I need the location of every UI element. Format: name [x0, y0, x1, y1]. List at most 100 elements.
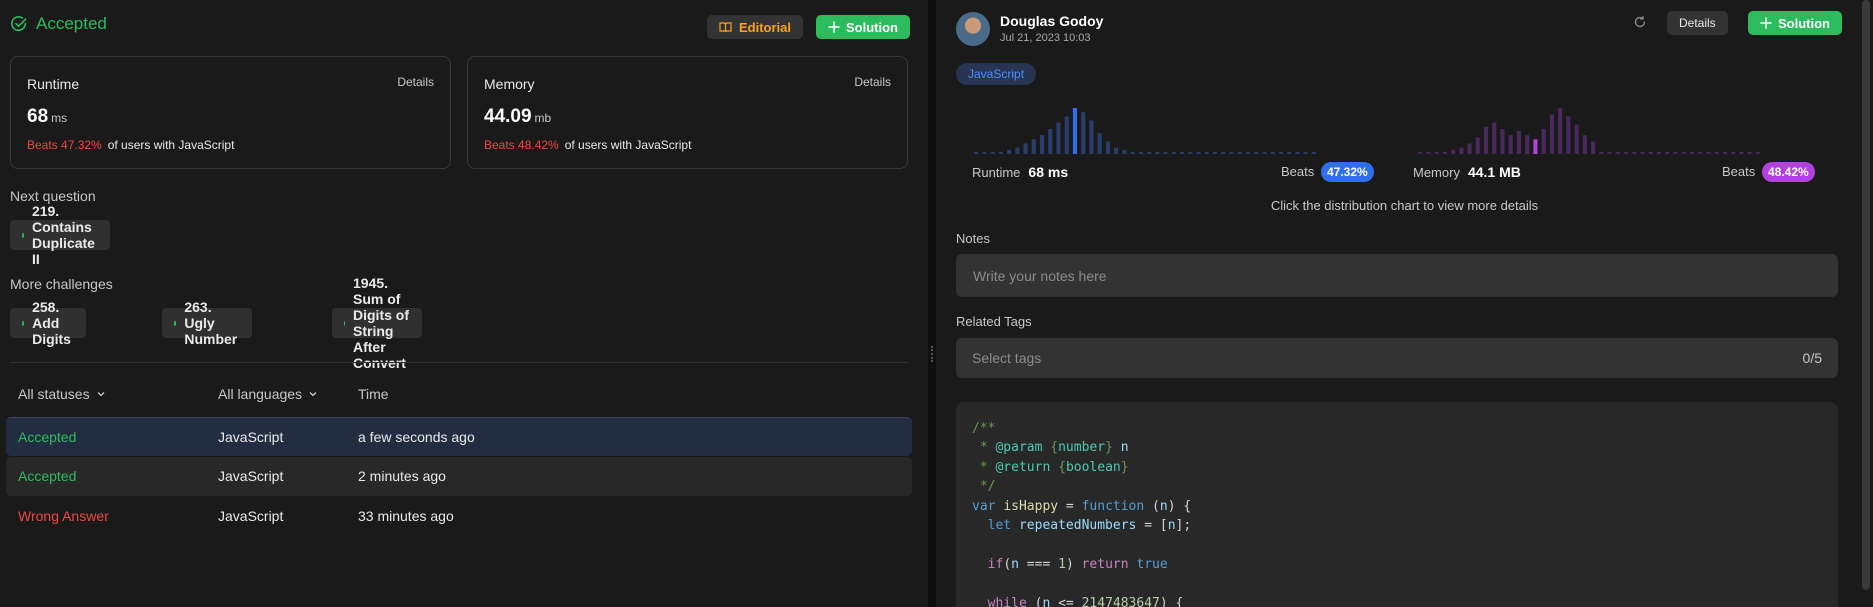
next-question-chip[interactable]: 219. Contains Duplicate II [10, 203, 111, 267]
distribution-bar[interactable] [1089, 120, 1094, 155]
distribution-bar[interactable] [1023, 143, 1028, 155]
distribution-bar[interactable] [982, 151, 987, 154]
distribution-bar[interactable] [1287, 151, 1292, 154]
distribution-bar[interactable] [1064, 116, 1069, 154]
distribution-bar[interactable] [1311, 151, 1316, 154]
distribution-bar[interactable] [1607, 151, 1612, 154]
submission-row[interactable]: Wrong Answer JavaScript 33 minutes ago [6, 497, 912, 536]
language-filter[interactable]: All languages [218, 386, 318, 402]
distribution-bar[interactable] [1566, 116, 1571, 154]
distribution-bar[interactable] [1031, 139, 1036, 154]
distribution-bar[interactable] [1624, 151, 1629, 154]
distribution-bar[interactable] [1130, 151, 1135, 154]
distribution-bar[interactable] [1237, 151, 1242, 154]
distribution-bar[interactable] [1657, 151, 1662, 154]
distribution-bar[interactable] [1640, 151, 1645, 154]
distribution-bar[interactable] [1475, 137, 1480, 154]
distribution-bar[interactable] [1163, 151, 1168, 154]
distribution-bar[interactable] [1196, 151, 1201, 154]
distribution-bar[interactable] [1755, 151, 1760, 154]
code-viewer[interactable]: /** * @param {number} n * @return {boole… [956, 402, 1838, 607]
distribution-bar[interactable] [1114, 147, 1119, 154]
status-filter[interactable]: All statuses [18, 386, 106, 402]
distribution-bar[interactable] [1015, 147, 1020, 154]
distribution-bar[interactable] [1689, 151, 1694, 154]
distribution-bar[interactable] [1229, 151, 1234, 154]
distribution-bar[interactable] [1722, 151, 1727, 154]
distribution-bar[interactable] [1698, 151, 1703, 154]
refresh-icon[interactable] [1633, 15, 1647, 29]
distribution-bar[interactable] [1681, 151, 1686, 154]
runtime-card[interactable]: Runtime Details 68 ms Beats 47.32% of user… [10, 56, 451, 169]
user-name[interactable]: Douglas Godoy [1000, 13, 1103, 29]
distribution-bar[interactable] [1714, 151, 1719, 154]
distribution-bar[interactable] [1097, 133, 1102, 154]
distribution-bar[interactable] [1442, 151, 1447, 154]
drag-handle-icon[interactable] [931, 346, 933, 362]
distribution-bar[interactable] [1254, 151, 1259, 154]
avatar[interactable] [956, 12, 990, 46]
distribution-bar[interactable] [1582, 135, 1587, 154]
distribution-bar[interactable] [1278, 151, 1283, 154]
distribution-bar[interactable] [1500, 128, 1505, 154]
distribution-bar[interactable] [1188, 151, 1193, 154]
distribution-bar[interactable] [1739, 151, 1744, 154]
challenge-chip[interactable]: 258. Add Digits [10, 299, 86, 347]
submission-row[interactable]: Accepted JavaScript a few seconds ago [6, 417, 912, 456]
distribution-bar[interactable] [1632, 151, 1637, 154]
distribution-bar[interactable] [1615, 151, 1620, 154]
distribution-bar[interactable] [1591, 141, 1596, 155]
tags-select[interactable]: Select tags 0/5 [956, 338, 1838, 378]
distribution-bar[interactable] [1648, 151, 1653, 154]
distribution-bar[interactable] [1270, 151, 1275, 154]
distribution-bar[interactable] [1418, 151, 1423, 154]
distribution-bar[interactable] [1574, 124, 1579, 154]
distribution-bar[interactable] [1204, 151, 1209, 154]
distribution-bar[interactable] [1558, 108, 1563, 154]
distribution-bar[interactable] [1171, 151, 1176, 154]
distribution-bar[interactable] [1040, 135, 1045, 154]
distribution-bar[interactable] [1155, 151, 1160, 154]
distribution-bar[interactable] [1533, 139, 1538, 154]
notes-input[interactable] [956, 254, 1838, 297]
distribution-bar[interactable] [1525, 135, 1530, 154]
distribution-bar[interactable] [1673, 151, 1678, 154]
distribution-bar[interactable] [1549, 114, 1554, 154]
challenge-chip[interactable]: 263. Ugly Number [162, 299, 252, 347]
distribution-bar[interactable] [990, 151, 995, 154]
details-button[interactable]: Details [1667, 11, 1728, 35]
solution-button[interactable]: Solution [816, 15, 910, 39]
challenge-chip[interactable]: 1945. Sum of Digits of String After Conv… [332, 275, 422, 371]
distribution-bar[interactable] [1056, 122, 1061, 154]
distribution-bar[interactable] [1426, 151, 1431, 154]
distribution-bar[interactable] [1303, 151, 1308, 154]
memory-distribution-chart[interactable] [1416, 104, 1762, 154]
runtime-distribution-chart[interactable] [972, 104, 1318, 154]
distribution-bar[interactable] [1147, 151, 1152, 154]
distribution-bar[interactable] [1213, 151, 1218, 154]
distribution-bar[interactable] [974, 151, 979, 154]
distribution-bar[interactable] [1492, 122, 1497, 154]
distribution-bar[interactable] [1122, 149, 1127, 154]
distribution-bar[interactable] [1434, 151, 1439, 154]
distribution-bar[interactable] [1541, 128, 1546, 154]
scrollbar[interactable] [1862, 0, 1870, 590]
distribution-bar[interactable] [1180, 151, 1185, 154]
post-solution-button[interactable]: Solution [1748, 11, 1842, 35]
distribution-bar[interactable] [1138, 151, 1143, 154]
distribution-bar[interactable] [1081, 112, 1086, 154]
distribution-bar[interactable] [1731, 151, 1736, 154]
submission-row[interactable]: Accepted JavaScript 2 minutes ago [6, 457, 912, 496]
distribution-bar[interactable] [998, 151, 1003, 154]
distribution-bar[interactable] [1484, 126, 1489, 154]
distribution-bar[interactable] [1221, 151, 1226, 154]
runtime-details-link[interactable]: Details [397, 75, 434, 89]
distribution-bar[interactable] [1245, 151, 1250, 154]
distribution-bar[interactable] [1599, 151, 1604, 154]
memory-card[interactable]: Memory Details 44.09 mb Beats 48.42% of us… [467, 56, 908, 169]
memory-details-link[interactable]: Details [854, 75, 891, 89]
distribution-bar[interactable] [1262, 151, 1267, 154]
distribution-bar[interactable] [1007, 149, 1012, 154]
distribution-bar[interactable] [1706, 151, 1711, 154]
editorial-button[interactable]: Editorial [707, 15, 804, 39]
